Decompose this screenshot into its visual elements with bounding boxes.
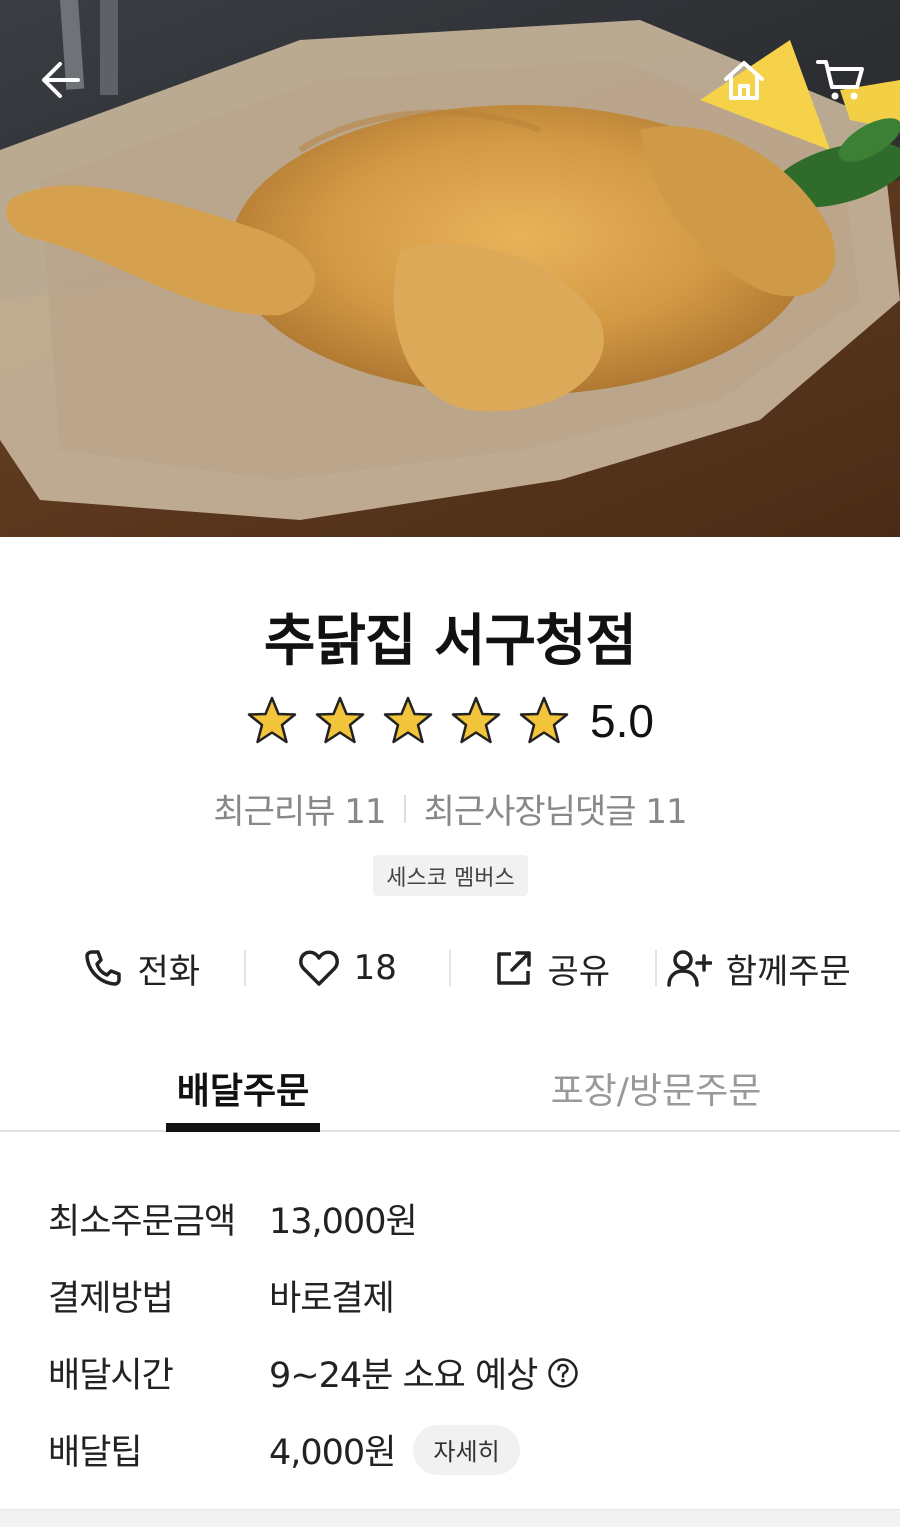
heart-icon	[298, 950, 339, 986]
section-divider	[0, 1509, 900, 1527]
share-icon	[497, 951, 532, 985]
star-icon	[383, 696, 433, 744]
call-button[interactable]: 전화	[40, 944, 244, 993]
like-count: 18	[353, 948, 397, 988]
delivery-time-value: 9~24분 소요 예상	[269, 1356, 538, 1396]
like-button[interactable]: 18	[246, 948, 450, 988]
payment-label: 결제방법	[48, 1279, 174, 1319]
store-name: 추닭집 서구청점	[263, 609, 637, 674]
order-type-tabs: 배달주문 포장/방문주문	[0, 1054, 900, 1132]
home-icon	[724, 61, 764, 100]
store-hero-image	[0, 0, 900, 537]
info-row-min-order: 최소주문금액 13,000원	[48, 1180, 860, 1257]
delivery-tip-label: 배달팁	[48, 1433, 143, 1473]
min-order-value: 13,000원	[269, 1202, 418, 1242]
cesco-members-badge: 세스코 멤버스	[373, 855, 528, 896]
info-row-delivery-tip: 배달팁 4,000원 자세히	[48, 1411, 860, 1488]
home-button[interactable]	[716, 52, 772, 108]
tab-delivery-order[interactable]: 배달주문	[166, 1054, 320, 1132]
info-row-delivery-time: 배달시간 9~24분 소요 예상	[48, 1334, 860, 1411]
star-icon	[451, 696, 501, 744]
tab-pickup-order[interactable]: 포장/방문주문	[520, 1054, 792, 1130]
info-row-payment: 결제방법 바로결제	[48, 1257, 860, 1334]
add-user-icon	[666, 950, 712, 987]
call-label: 전화	[137, 951, 201, 992]
payment-value: 바로결제	[269, 1279, 395, 1319]
recent-owner-replies-link[interactable]: 최근사장님댓글 11	[424, 784, 688, 833]
star-icon	[315, 696, 365, 744]
back-button[interactable]	[32, 52, 88, 108]
delivery-tip-detail-button[interactable]: 자세히	[413, 1424, 520, 1475]
recent-reviews-link[interactable]: 최근리뷰 11	[213, 784, 386, 833]
share-label: 공유	[547, 951, 611, 992]
delivery-tip-value-wrap: 4,000원 자세히	[269, 1424, 520, 1475]
delivery-time-label: 배달시간	[48, 1356, 174, 1396]
cart-button[interactable]	[812, 52, 868, 108]
cart-icon	[816, 60, 864, 100]
delivery-tip-value: 4,000원	[269, 1433, 396, 1473]
delivery-time-value-wrap: 9~24분 소요 예상	[269, 1347, 579, 1398]
back-arrow-icon	[42, 62, 80, 98]
group-order-button[interactable]: 함께주문	[657, 944, 861, 993]
delivery-info: 최소주문금액 13,000원 결제방법 바로결제 배달시간 9~24분 소요 예…	[48, 1180, 860, 1488]
share-button[interactable]: 공유	[451, 944, 655, 993]
group-order-label: 함께주문	[725, 951, 851, 992]
question-circle-icon[interactable]	[547, 1357, 579, 1389]
rating-value: 5.0	[590, 695, 654, 747]
divider	[403, 794, 406, 823]
store-actions: 전화 18 공유 함께주문	[40, 940, 860, 996]
phone-icon	[85, 950, 122, 986]
rating-stars	[246, 695, 570, 747]
min-order-label: 최소주문금액	[48, 1202, 236, 1242]
review-summary: 최근리뷰 11 최근사장님댓글 11	[0, 784, 900, 833]
rating-row: 5.0	[0, 694, 900, 748]
star-icon	[247, 696, 297, 744]
star-icon	[519, 696, 569, 744]
